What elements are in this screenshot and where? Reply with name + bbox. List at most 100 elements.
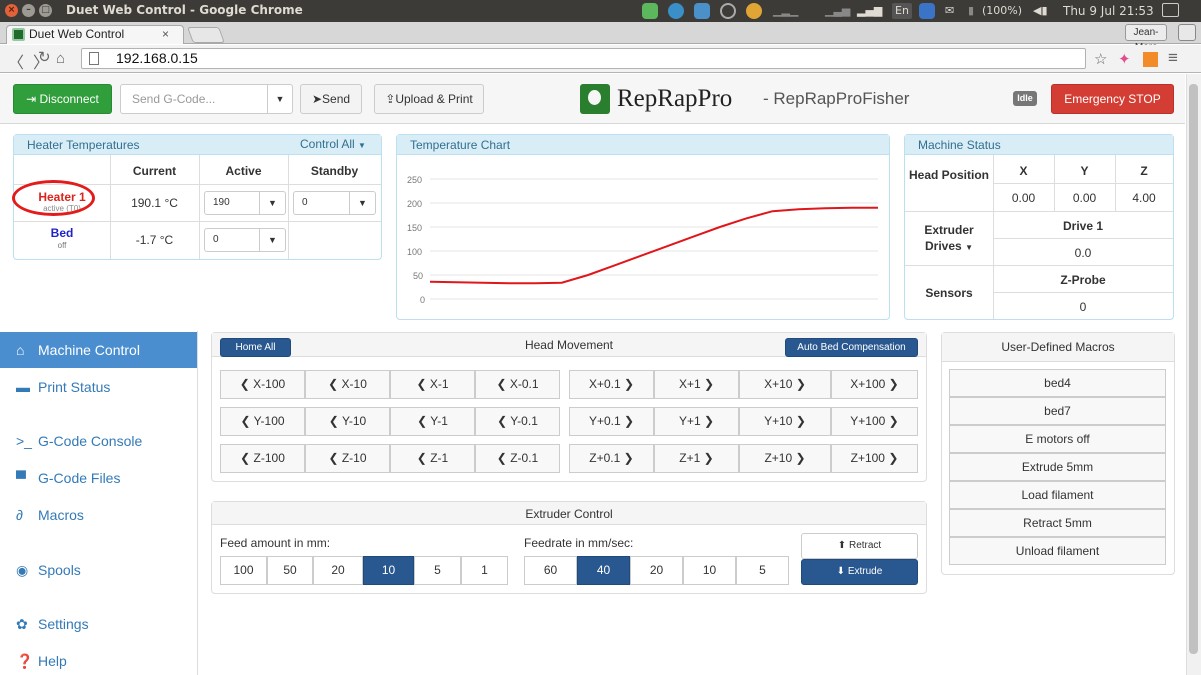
sidebar-item-print-status[interactable]: ▬ Print Status — [0, 369, 197, 405]
new-tab-button[interactable] — [187, 27, 225, 43]
move-xminus10-button[interactable]: ❮ X-10 — [305, 370, 390, 399]
disconnect-button[interactable]: ⇥ Disconnect — [13, 84, 112, 114]
macro-button[interactable]: Retract 5mm — [949, 509, 1166, 537]
session-icon[interactable] — [1162, 3, 1179, 17]
back-icon[interactable]: 〈 — [8, 49, 24, 73]
feedrate-option[interactable]: 5 — [736, 556, 789, 585]
emergency-stop-button[interactable]: Emergency STOP — [1051, 84, 1174, 114]
sidebar-item-gcode-files[interactable]: ▀ G-Code Files — [0, 460, 197, 496]
move-xplus100-button[interactable]: X+100 ❯ — [831, 370, 918, 399]
move-zminus100-button[interactable]: ❮ Z-100 — [220, 444, 305, 473]
feed-amount-option[interactable]: 20 — [313, 556, 363, 585]
move-zminus10-button[interactable]: ❮ Z-10 — [305, 444, 390, 473]
wifi-signal-icon[interactable]: ▂▄▆ — [857, 3, 882, 19]
move-zplus0-1-button[interactable]: Z+0.1 ❯ — [569, 444, 654, 473]
caret-down-icon: ▼ — [259, 192, 285, 214]
extrude-button[interactable]: ⬇ Extrude — [801, 559, 918, 585]
move-zminus0-1-button[interactable]: ❮ Z-0.1 — [475, 444, 560, 473]
macro-button[interactable]: E motors off — [949, 425, 1166, 453]
heater1-active-select[interactable]: 190 ▼ — [204, 191, 286, 215]
move-xplus1-button[interactable]: X+1 ❯ — [654, 370, 739, 399]
chevron-left-icon: ❮ — [328, 377, 342, 391]
sidebar-item-gcode-console[interactable]: >_ G-Code Console — [0, 423, 197, 459]
move-yplus10-button[interactable]: Y+10 ❯ — [739, 407, 831, 436]
macro-button[interactable]: Load filament — [949, 481, 1166, 509]
macro-button[interactable]: Unload filament — [949, 537, 1166, 565]
gcode-history-dropdown[interactable]: ▼ — [267, 84, 293, 114]
move-yplus100-button[interactable]: Y+100 ❯ — [831, 407, 918, 436]
bed-name[interactable]: Bed — [14, 226, 110, 240]
window-restore-icon[interactable] — [1178, 24, 1196, 41]
window-maximize-icon[interactable]: □ — [39, 4, 52, 17]
feed-amount-option[interactable]: 1 — [461, 556, 508, 585]
move-zplus10-button[interactable]: Z+10 ❯ — [739, 444, 831, 473]
macro-button[interactable]: bed7 — [949, 397, 1166, 425]
macro-button[interactable]: bed4 — [949, 369, 1166, 397]
sidebar-item-spools[interactable]: ◉ Spools — [0, 552, 197, 588]
tab-close-icon[interactable]: × — [162, 27, 169, 41]
move-yminus0-1-button[interactable]: ❮ Y-0.1 — [475, 407, 560, 436]
macro-button[interactable]: Extrude 5mm — [949, 453, 1166, 481]
move-yminus100-button[interactable]: ❮ Y-100 — [220, 407, 305, 436]
move-zplus100-button[interactable]: Z+100 ❯ — [831, 444, 918, 473]
send-button[interactable]: ➤Send — [300, 84, 362, 114]
reload-icon[interactable]: ↻ — [38, 48, 51, 66]
heater1-current: 190.1 °C — [131, 196, 178, 210]
sidebar-item-help[interactable]: ❓ Help — [0, 643, 197, 675]
y-tick: 100 — [407, 247, 423, 257]
chrome-icon[interactable] — [746, 3, 762, 19]
sidebar-item-settings[interactable]: ✿ Settings — [0, 606, 197, 642]
clock[interactable]: Thu 9 Jul 21:53 — [1063, 3, 1154, 19]
heater1-standby-select[interactable]: 0 ▼ — [293, 191, 376, 215]
feedrate-option[interactable]: 20 — [630, 556, 683, 585]
feed-amount-option[interactable]: 5 — [414, 556, 461, 585]
window-close-icon[interactable]: × — [5, 4, 18, 17]
feed-amount-option[interactable]: 10 — [363, 556, 414, 585]
move-zplus1-button[interactable]: Z+1 ❯ — [654, 444, 739, 473]
move-yplus0-1-button[interactable]: Y+0.1 ❯ — [569, 407, 654, 436]
home-icon[interactable]: ⌂ — [56, 50, 65, 67]
move-xminus0-1-button[interactable]: ❮ X-0.1 — [475, 370, 560, 399]
sidebar-item-macros[interactable]: ∂ Macros — [0, 497, 197, 533]
extension-color-icon[interactable]: ✦ — [1118, 50, 1131, 68]
url-bar[interactable]: 192.168.0.15 — [81, 48, 1086, 69]
sidebar-item-machine-control[interactable]: ⌂ Machine Control — [0, 332, 197, 368]
feedrate-option[interactable]: 60 — [524, 556, 577, 585]
move-xplus0-1-button[interactable]: X+0.1 ❯ — [569, 370, 654, 399]
move-xminus1-button[interactable]: ❮ X-1 — [390, 370, 475, 399]
feedrate-option[interactable]: 10 — [683, 556, 736, 585]
bluetooth-icon[interactable] — [919, 3, 935, 19]
volume-icon[interactable]: ◀▮ — [1033, 3, 1048, 19]
feed-amount-option[interactable]: 50 — [267, 556, 313, 585]
retract-button[interactable]: ⬆ Retract — [801, 533, 918, 559]
battery-icon[interactable]: ▮ — [968, 3, 974, 19]
profile-button[interactable]: Jean-Marc — [1125, 24, 1167, 53]
keyboard-layout[interactable]: En — [892, 3, 912, 19]
move-xplus10-button[interactable]: X+10 ❯ — [739, 370, 831, 399]
cloud-sync-icon[interactable] — [668, 3, 684, 19]
extruder-drives-dropdown[interactable]: Extruder Drives ▼ — [905, 222, 993, 256]
folder-sync-icon[interactable] — [694, 3, 710, 19]
network-icon[interactable] — [720, 3, 736, 19]
window-minimize-icon[interactable]: – — [22, 4, 35, 17]
scrollbar-thumb[interactable] — [1189, 84, 1198, 654]
feedrate-option[interactable]: 40 — [577, 556, 630, 585]
extension-chart-icon[interactable] — [1143, 52, 1158, 67]
gcode-input[interactable]: Send G-Code... — [120, 84, 268, 114]
move-yminus10-button[interactable]: ❮ Y-10 — [305, 407, 390, 436]
upload-print-button[interactable]: ⇪Upload & Print — [374, 84, 484, 114]
tab-duet[interactable]: Duet Web Control — [6, 25, 184, 44]
move-zminus1-button[interactable]: ❮ Z-1 — [390, 444, 475, 473]
bed-active-select[interactable]: 0 ▼ — [204, 228, 286, 252]
mail-icon[interactable]: ✉ — [945, 3, 954, 19]
check-icon[interactable] — [642, 3, 658, 19]
move-xminus100-button[interactable]: ❮ X-100 — [220, 370, 305, 399]
control-all-dropdown[interactable]: Control All ▼ — [300, 137, 366, 151]
menu-icon[interactable]: ≡ — [1168, 48, 1178, 68]
home-all-button[interactable]: Home All — [220, 338, 291, 357]
auto-bed-compensation-button[interactable]: Auto Bed Compensation — [785, 338, 918, 357]
move-yminus1-button[interactable]: ❮ Y-1 — [390, 407, 475, 436]
move-yplus1-button[interactable]: Y+1 ❯ — [654, 407, 739, 436]
feed-amount-option[interactable]: 100 — [220, 556, 267, 585]
bookmark-star-icon[interactable]: ☆ — [1094, 50, 1107, 68]
